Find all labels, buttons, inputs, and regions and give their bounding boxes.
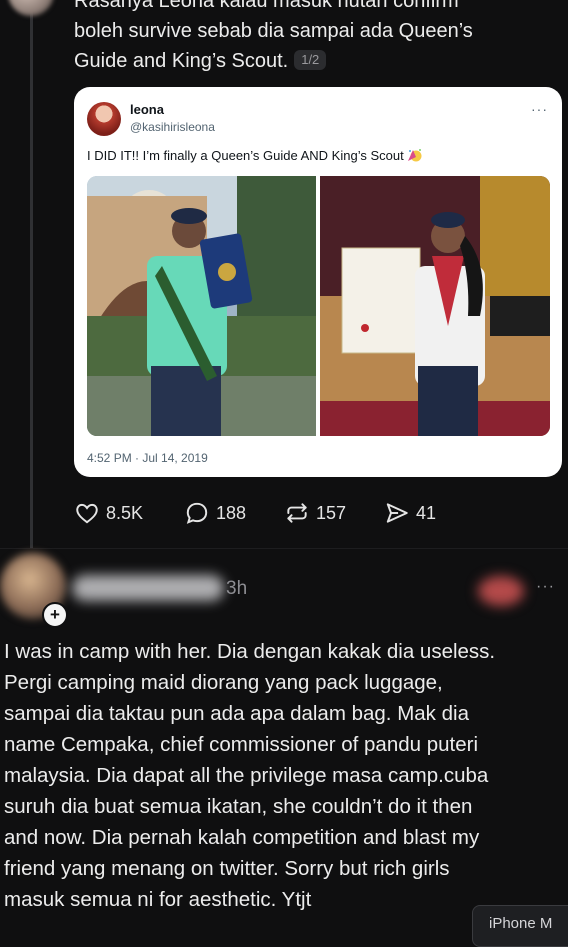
device-tag: iPhone M — [472, 905, 568, 947]
heart-icon — [76, 503, 98, 524]
redacted-mark — [478, 576, 524, 606]
comment-line: I was in camp with her. Dia dengan kakak… — [4, 640, 496, 663]
comment-timestamp: 3h — [226, 578, 248, 599]
comment-line: Pergi camping maid diorang yang pack lug… — [4, 671, 443, 694]
poster-avatar[interactable] — [8, 0, 54, 16]
post-text: Rasanya Leona kalau masuk hutan confirm … — [74, 0, 554, 76]
share-count: 41 — [416, 502, 437, 523]
comment-line: malaysia. Dia dapat all the privilege ma… — [4, 764, 489, 787]
repost-button[interactable]: 157 — [284, 498, 346, 528]
comment-line: suruh dia buat semua ikatan, she couldn’… — [4, 795, 473, 818]
commenter-name-redacted — [72, 575, 224, 601]
embedded-tweet-card[interactable]: leona @kasihirisleona ··· I DID IT!! I’m… — [74, 87, 562, 477]
page-badge: 1/2 — [294, 50, 327, 70]
tweet-text: I DID IT!! I’m finally a Queen’s Guide A… — [87, 148, 423, 163]
tweet-avatar[interactable] — [87, 102, 121, 136]
like-button[interactable]: 8.5K — [74, 498, 143, 528]
reply-count: 188 — [216, 502, 247, 523]
device-tag-label: iPhone M — [489, 915, 553, 932]
post-actions: 8.5K 188 157 41 — [74, 498, 494, 528]
tweet-text-content: I DID IT!! I’m finally a Queen’s Guide A… — [87, 148, 404, 163]
tweet-photo-left[interactable] — [87, 176, 316, 436]
repost-icon — [287, 503, 307, 523]
post-line: boleh survive sebab dia sampai ada Queen… — [74, 20, 473, 42]
post-line: Guide and King’s Scout. 1/2 — [74, 46, 554, 76]
comment-line: and now. Dia pernah kalah competition an… — [4, 826, 480, 849]
tweet-photo-right[interactable] — [320, 176, 550, 436]
post-line: Rasanya Leona kalau masuk hutan confirm — [74, 0, 459, 12]
tweet-author-handle[interactable]: @kasihirisleona — [130, 120, 215, 134]
thread-line — [30, 0, 33, 548]
tweet-more-icon[interactable]: ··· — [531, 101, 548, 117]
post-line-text: Guide and King’s Scout. — [74, 50, 289, 72]
comment-line: sampai dia taktau pun ada apa dalam bag.… — [4, 702, 469, 725]
comment-more-icon[interactable]: ··· — [536, 578, 555, 596]
repost-count: 157 — [316, 502, 347, 523]
like-count: 8.5K — [106, 502, 144, 523]
tweet-photos[interactable] — [87, 176, 550, 436]
tweet-timestamp[interactable]: 4:52 PM · Jul 14, 2019 — [87, 451, 208, 465]
party-face-emoji-icon — [407, 149, 422, 162]
speech-bubble-icon — [186, 502, 208, 524]
comment-line: friend yang menang on twitter. Sorry but… — [4, 857, 450, 880]
share-button[interactable]: 41 — [384, 498, 436, 528]
reply-button[interactable]: 188 — [184, 498, 246, 528]
send-icon — [386, 503, 408, 523]
follow-plus-icon[interactable]: + — [42, 602, 68, 628]
comment-line: name Cempaka, chief commissioner of pand… — [4, 733, 479, 756]
divider — [0, 548, 568, 549]
tweet-author-name[interactable]: leona — [130, 102, 164, 117]
comment-text: I was in camp with her. Dia dengan kakak… — [4, 636, 564, 915]
